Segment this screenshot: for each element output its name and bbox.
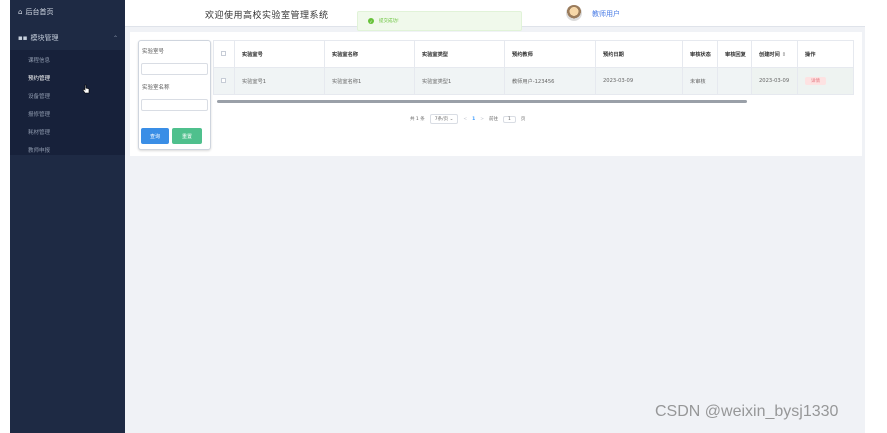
cell-reply — [717, 67, 752, 95]
sort-icon[interactable]: ⇕ — [782, 52, 786, 58]
sidebar-item-teacher-requests[interactable]: 教师申报 — [28, 146, 50, 154]
next-page-button[interactable]: > — [480, 117, 484, 122]
content-panel: 实验室号 实验室名称 查询 重置 实验室号 实验室名称 实验室类型 预约教师 预… — [130, 32, 862, 156]
sidebar-item-reservations[interactable]: 预约管理 — [28, 74, 50, 82]
reset-button[interactable]: 重置 — [172, 128, 202, 144]
sidebar-module-label: 模块管理 — [30, 34, 59, 42]
sidebar-home[interactable]: ⌂ 后台首页 — [18, 7, 53, 17]
total-count: 共 1 条 — [410, 117, 425, 122]
query-button[interactable]: 查询 — [141, 128, 169, 144]
lab-name-input[interactable] — [141, 99, 208, 111]
current-page[interactable]: 1 — [472, 117, 475, 122]
col-reply: 审核回复 — [717, 40, 752, 68]
cell-lab-no: 实验室号1 — [234, 67, 325, 95]
cell-created: 2023-03-09 — [751, 67, 798, 95]
goto-label: 前往 — [489, 117, 499, 122]
lab-no-input[interactable] — [141, 63, 208, 75]
prev-page-button[interactable]: < — [463, 117, 467, 122]
toast-message: 提交成功! — [379, 19, 399, 24]
check-circle-icon: ✓ — [368, 18, 374, 24]
header: 欢迎使用高校实验室管理系统 ✓ 提交成功! 教师用户 — [125, 0, 865, 31]
table-row: 实验室号1 实验室名称1 实验室类型1 教师用户-123456 2023-03-… — [213, 67, 854, 95]
watermark: CSDN @weixin_bysj1330 — [655, 403, 839, 420]
sidebar-item-repairs[interactable]: 报修管理 — [28, 110, 50, 118]
lab-no-label: 实验室号 — [142, 49, 165, 55]
col-lab-name: 实验室名称 — [324, 40, 415, 68]
success-toast: ✓ 提交成功! — [357, 11, 522, 31]
sidebar-module-menu[interactable]: ▪▪ 模块管理 ⌃ — [18, 33, 118, 43]
lab-name-label: 实验室名称 — [142, 85, 170, 91]
goto-suffix: 页 — [520, 117, 526, 122]
cell-teacher: 教师用户-123456 — [504, 67, 596, 95]
user-name[interactable]: 教师用户 — [592, 9, 620, 19]
cell-lab-type: 实验室类型1 — [414, 67, 505, 95]
goto-page-input[interactable]: 1 — [503, 115, 516, 123]
col-created[interactable]: 创建时间 ⇕ — [751, 40, 798, 68]
checkbox-icon — [221, 77, 226, 83]
main-area: 实验室号 实验室名称 查询 重置 实验室号 实验室名称 实验室类型 预约教师 预… — [125, 27, 865, 433]
select-all-checkbox[interactable] — [213, 40, 235, 68]
sidebar-item-consumables[interactable]: 耗材管理 — [28, 128, 50, 136]
avatar[interactable] — [566, 5, 582, 21]
col-date: 预约日期 — [595, 40, 683, 68]
sidebar-home-label: 后台首页 — [25, 8, 54, 16]
cell-action: 详情 — [797, 67, 854, 95]
table-horizontal-scrollbar[interactable] — [217, 100, 747, 103]
cell-status: 未审核 — [682, 67, 718, 95]
reservation-table: 实验室号 实验室名称 实验室类型 预约教师 预约日期 审核状态 审核回复 创建时… — [213, 40, 854, 95]
sidebar-item-courses[interactable]: 课程信息 — [28, 56, 50, 64]
page-size-value: 7条/页 — [434, 117, 449, 122]
col-lab-no: 实验室号 — [234, 40, 325, 68]
chevron-down-icon: ⌄ — [449, 117, 454, 122]
hand-cursor-icon — [82, 84, 90, 94]
row-checkbox[interactable] — [213, 67, 235, 95]
sidebar: ⌂ 后台首页 ▪▪ 模块管理 ⌃ 课程信息 预约管理 设备管理 报修管理 耗材管… — [10, 0, 125, 433]
search-form: 实验室号 实验室名称 查询 重置 — [138, 40, 211, 150]
cell-lab-name: 实验室名称1 — [324, 67, 415, 95]
pagination: 共 1 条 7条/页 ⌄ < 1 > 前往 1 页 — [410, 114, 525, 124]
col-lab-type: 实验室类型 — [414, 40, 505, 68]
grid-icon: ▪▪ — [18, 34, 28, 42]
col-created-label: 创建时间 — [759, 51, 780, 58]
page-size-select[interactable]: 7条/页 ⌄ — [429, 114, 459, 124]
table-header-row: 实验室号 实验室名称 实验室类型 预约教师 预约日期 审核状态 审核回复 创建时… — [213, 40, 854, 68]
chevron-up-icon: ⌃ — [112, 34, 118, 42]
col-action: 操作 — [797, 40, 854, 68]
page-title: 欢迎使用高校实验室管理系统 — [205, 11, 329, 21]
col-status: 审核状态 — [682, 40, 718, 68]
checkbox-icon — [221, 50, 226, 56]
detail-button[interactable]: 详情 — [805, 77, 826, 85]
sidebar-item-equipment[interactable]: 设备管理 — [28, 92, 50, 100]
home-icon: ⌂ — [18, 8, 23, 16]
cell-date: 2023-03-09 — [595, 67, 683, 95]
sidebar-submenu: 课程信息 预约管理 设备管理 报修管理 耗材管理 教师申报 — [10, 50, 125, 155]
col-teacher: 预约教师 — [504, 40, 596, 68]
